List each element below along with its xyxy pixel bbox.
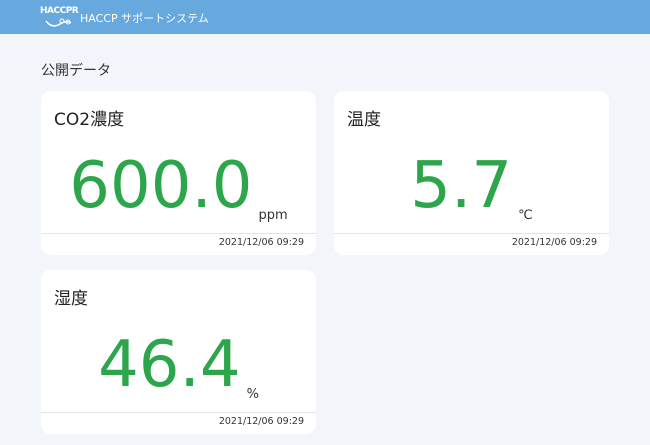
value-row: 600.0 ppm (41, 146, 316, 226)
card-co2: CO2濃度 600.0 ppm 2021/12/06 09:29 (41, 91, 316, 255)
card-title: 温度 (347, 110, 381, 130)
humidity-unit: % (246, 387, 259, 402)
humidity-timestamp: 2021/12/06 09:29 (218, 416, 304, 427)
co2-timestamp: 2021/12/06 09:29 (218, 237, 304, 248)
humidity-value: 46.4 (98, 328, 241, 402)
card-divider (41, 412, 316, 413)
haccp-logo[interactable]: HACCPR (40, 4, 79, 30)
card-title: CO2濃度 (54, 110, 125, 130)
card-humidity: 湿度 46.4% 2021/12/06 09:29 (41, 270, 316, 434)
card-divider (334, 233, 609, 234)
temperature-value: 5.7 (410, 149, 513, 223)
value-row: 5.7 ℃ (334, 146, 609, 226)
app-title: HACCP サポートシステム (80, 12, 209, 25)
card-temperature: 温度 5.7 ℃ 2021/12/06 09:29 (334, 91, 609, 255)
co2-value: 600.0 (69, 149, 253, 223)
temperature-unit: ℃ (518, 208, 533, 223)
logo-swoosh-icon (45, 18, 72, 27)
app-header: HACCPR HACCP サポートシステム (0, 0, 650, 34)
section-title: 公開データ (41, 63, 111, 79)
card-title: 湿度 (54, 289, 88, 309)
card-divider (41, 233, 316, 234)
temperature-timestamp: 2021/12/06 09:29 (511, 237, 597, 248)
co2-unit: ppm (258, 208, 288, 223)
value-row: 46.4% (41, 325, 316, 405)
